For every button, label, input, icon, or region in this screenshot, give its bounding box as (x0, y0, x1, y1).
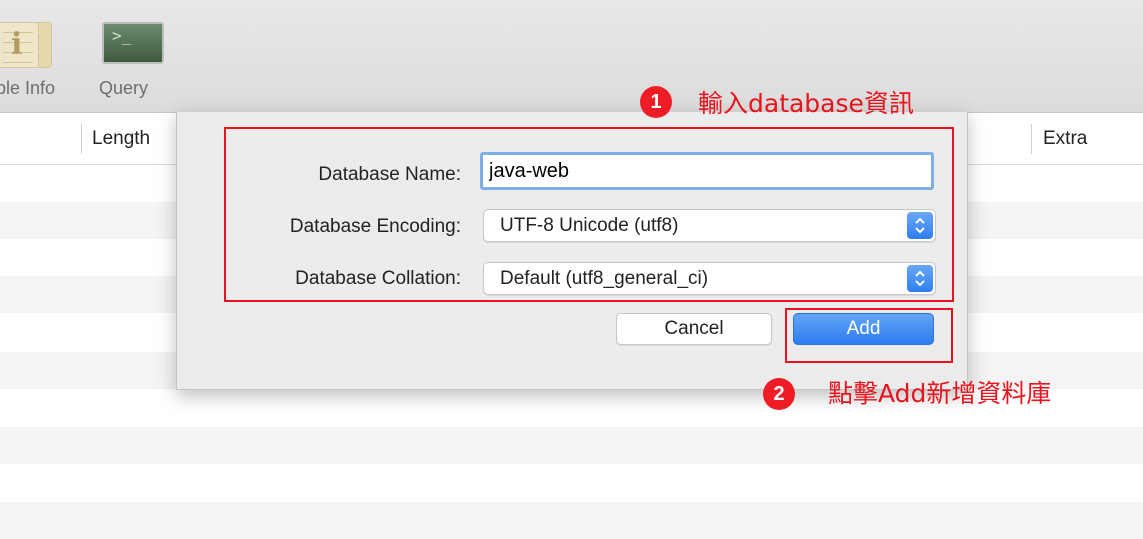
table-row (0, 502, 1143, 539)
step-1-badge: 1 (640, 86, 672, 118)
terminal-icon[interactable]: >_ (102, 22, 164, 64)
step-2-annotation: 點擊Add新增資料庫 (828, 379, 1052, 408)
form-highlight-box (224, 127, 954, 302)
column-header-extra[interactable]: Extra (1043, 128, 1087, 150)
table-row (0, 427, 1143, 464)
table-info-icon[interactable]: i (0, 22, 52, 68)
step-2-badge: 2 (763, 378, 795, 410)
step-1-annotation: 輸入database資訊 (698, 89, 914, 118)
column-separator (81, 124, 82, 154)
toolbar: i >_ ble Info Query (0, 0, 1143, 113)
add-button-highlight-box (785, 308, 953, 363)
column-separator (1031, 124, 1032, 154)
toolbar-label-table-info[interactable]: ble Info (0, 78, 55, 99)
toolbar-label-query[interactable]: Query (99, 78, 148, 99)
column-header-length[interactable]: Length (92, 128, 150, 150)
cancel-button[interactable]: Cancel (616, 313, 772, 345)
